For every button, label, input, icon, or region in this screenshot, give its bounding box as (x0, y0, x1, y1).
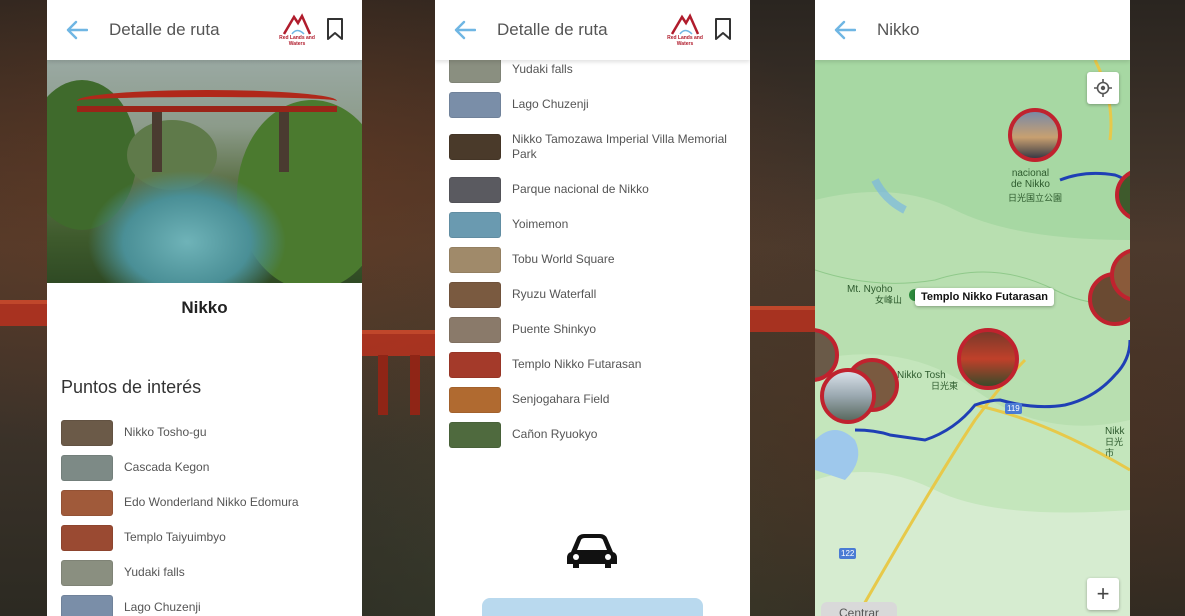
poi-label: Senjogahara Field (512, 392, 610, 406)
map-label-nikko-right-jp: 日光市 (1105, 437, 1124, 458)
list-item[interactable]: Senjogahara Field (449, 382, 740, 417)
background-bridge (362, 330, 435, 356)
crosshair-icon (1094, 79, 1112, 97)
poi-label: Yudaki falls (512, 62, 573, 76)
poi-thumbnail (449, 56, 501, 83)
my-location-button[interactable] (1087, 72, 1119, 104)
list-item[interactable]: Lago Chuzenji (449, 87, 740, 122)
bookmark-icon[interactable] (326, 18, 346, 42)
poi-thumbnail (61, 489, 113, 516)
phone-screen-route-list: Detalle de ruta Red Lands and Waters Yud… (435, 0, 750, 616)
list-item[interactable]: Templo Nikko Futarasan (449, 347, 740, 382)
list-item[interactable]: Cascada Kegon (61, 450, 352, 485)
list-item[interactable]: Tobu World Square (449, 242, 740, 277)
poi-label: Tobu World Square (512, 252, 615, 266)
list-item[interactable]: Ryuzu Waterfall (449, 277, 740, 312)
poi-thumbnail (449, 281, 501, 308)
points-of-interest-heading: Puntos de interés (61, 377, 202, 397)
poi-label: Puente Shinkyo (512, 322, 597, 336)
poi-thumbnail (61, 454, 113, 481)
poi-label: Templo Taiyuimbyo (124, 530, 226, 544)
background-bridge (750, 306, 815, 332)
background-bridge (0, 300, 47, 326)
page-title: Nikko (877, 20, 920, 39)
route-map[interactable]: nacional de Nikko 日光国立公園 Mt. Nyoho 女峰山 N… (815, 60, 1130, 616)
brand-logo-text: Red Lands and Waters (279, 35, 315, 47)
map-label-mountain-jp: 女峰山 (875, 295, 903, 305)
poi-thumbnail (449, 351, 501, 378)
poi-thumbnail (449, 316, 501, 343)
zoom-in-button[interactable]: + (1087, 578, 1119, 610)
poi-label: Yudaki falls (124, 565, 185, 579)
poi-thumbnail (61, 559, 113, 586)
background-post (410, 355, 420, 415)
back-arrow-icon[interactable] (453, 18, 477, 42)
brand-logo-text: Red Lands and Waters (667, 35, 703, 47)
poi-label: Cañon Ryuokyo (512, 427, 598, 441)
map-marker-park[interactable] (1008, 108, 1062, 162)
page-title: Detalle de ruta (497, 20, 608, 39)
poi-label: Nikko Tosho-gu (124, 425, 207, 439)
poi-label: Parque nacional de Nikko (512, 182, 649, 196)
start-route-button[interactable] (482, 598, 703, 616)
list-item[interactable]: Lago Chuzenji (61, 590, 352, 616)
list-item[interactable]: Cañon Ryuokyo (449, 417, 740, 452)
map-label-park-jp: 日光国立公園 (1008, 193, 1063, 203)
poi-label: Edo Wonderland Nikko Edomura (124, 495, 299, 509)
poi-thumbnail (61, 594, 113, 616)
list-item[interactable]: Puente Shinkyo (449, 312, 740, 347)
list-item[interactable]: Parque nacional de Nikko (449, 172, 740, 207)
map-label-road-119: 119 (1005, 403, 1022, 414)
poi-thumbnail (449, 386, 501, 413)
map-label-park: nacional de Nikko (1011, 168, 1050, 190)
brand-logo: Red Lands and Waters (664, 10, 706, 50)
list-item[interactable]: Yoimemon (449, 207, 740, 242)
top-bar: Nikko (815, 0, 1130, 60)
poi-thumbnail (61, 524, 113, 551)
poi-thumbnail (449, 211, 501, 238)
top-bar: Detalle de ruta Red Lands and Waters (47, 0, 362, 60)
list-item[interactable]: Nikko Tamozawa Imperial Villa Memorial P… (449, 122, 740, 172)
map-marker-lago-chuzenji[interactable] (820, 368, 876, 424)
back-arrow-icon[interactable] (65, 18, 89, 42)
car-icon[interactable] (565, 530, 619, 570)
poi-label: Yoimemon (512, 217, 569, 231)
map-label-city-jp: 日光東 (931, 381, 959, 391)
list-item[interactable]: Nikko Tosho-gu (61, 415, 352, 450)
poi-thumbnail (449, 91, 501, 118)
center-map-button[interactable]: Centrar (821, 602, 897, 616)
phone-screen-map: Nikko nacional de Nikko 日光国立公園 Mt. Nyoho… (815, 0, 1130, 616)
list-item[interactable]: Yudaki falls (61, 555, 352, 590)
back-arrow-icon[interactable] (833, 18, 857, 42)
top-bar: Detalle de ruta Red Lands and Waters (435, 0, 750, 60)
map-label-mountain: Mt. Nyoho (847, 284, 893, 295)
poi-label: Nikko Tamozawa Imperial Villa Memorial P… (512, 132, 727, 161)
bookmark-icon[interactable] (714, 18, 734, 42)
poi-label: Lago Chuzenji (124, 600, 201, 614)
points-of-interest-list: Nikko Tosho-gu Cascada Kegon Edo Wonderl… (61, 415, 352, 616)
map-label-city: Nikko Tosh (897, 370, 946, 381)
map-marker-templo-nikko-futarasan[interactable] (957, 328, 1019, 390)
poi-thumbnail (61, 419, 113, 446)
hero-image-shinkyo-bridge (47, 60, 362, 283)
poi-label: Ryuzu Waterfall (512, 287, 597, 301)
poi-thumbnail (449, 246, 501, 273)
list-item[interactable]: Templo Taiyuimbyo (61, 520, 352, 555)
poi-thumbnail (449, 421, 501, 448)
background-post (378, 355, 388, 415)
poi-label: Lago Chuzenji (512, 97, 589, 111)
points-of-interest-list: Yudaki falls Lago Chuzenji Nikko Tamozaw… (449, 52, 740, 452)
page-title: Detalle de ruta (109, 20, 220, 39)
poi-label: Cascada Kegon (124, 460, 210, 474)
poi-label: Templo Nikko Futarasan (512, 357, 642, 371)
brand-logo: Red Lands and Waters (276, 10, 318, 50)
poi-thumbnail (449, 176, 501, 203)
list-item[interactable]: Edo Wonderland Nikko Edomura (61, 485, 352, 520)
map-marker-tooltip: Templo Nikko Futarasan (915, 288, 1054, 306)
poi-thumbnail (449, 134, 501, 160)
phone-screen-route-detail: Detalle de ruta Red Lands and Waters Nik… (47, 0, 362, 616)
map-label-nikko-right: Nikk (1105, 426, 1125, 437)
place-name: Nikko (181, 298, 228, 317)
map-label-road-122: 122 (839, 548, 857, 559)
